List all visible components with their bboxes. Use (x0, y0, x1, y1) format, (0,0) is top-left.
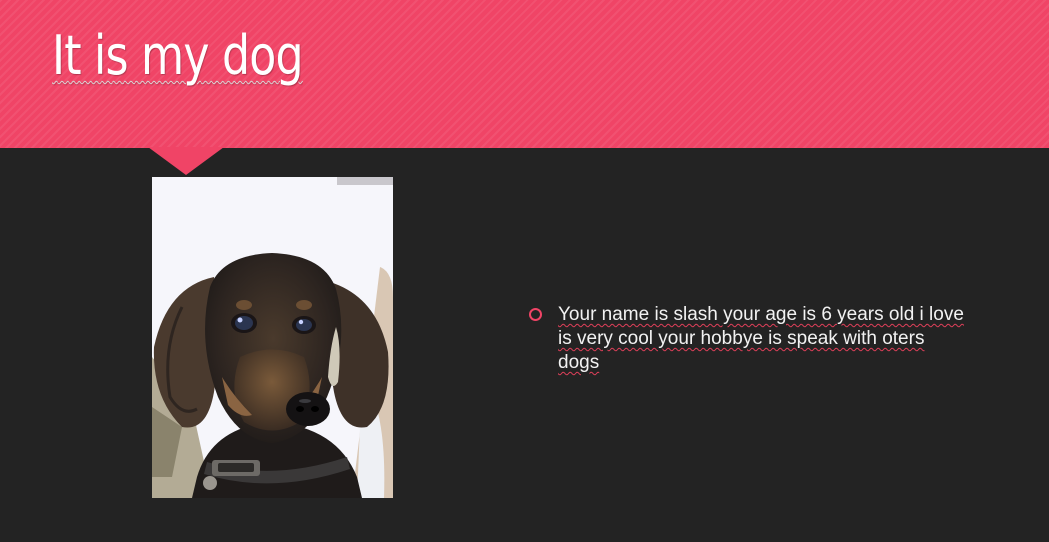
dog-photo[interactable] (152, 177, 393, 498)
banner-notch (148, 147, 224, 175)
slide-title[interactable]: It is my dog (52, 24, 304, 87)
bullet-list: Your name is slash your age is 6 years o… (528, 303, 978, 375)
slide: It is my dog Your name is slash your age… (0, 0, 1049, 542)
dog-illustration (152, 177, 393, 498)
bullet-circle-icon (529, 308, 542, 321)
bullet-text[interactable]: Your name is slash your age is 6 years o… (558, 303, 968, 375)
